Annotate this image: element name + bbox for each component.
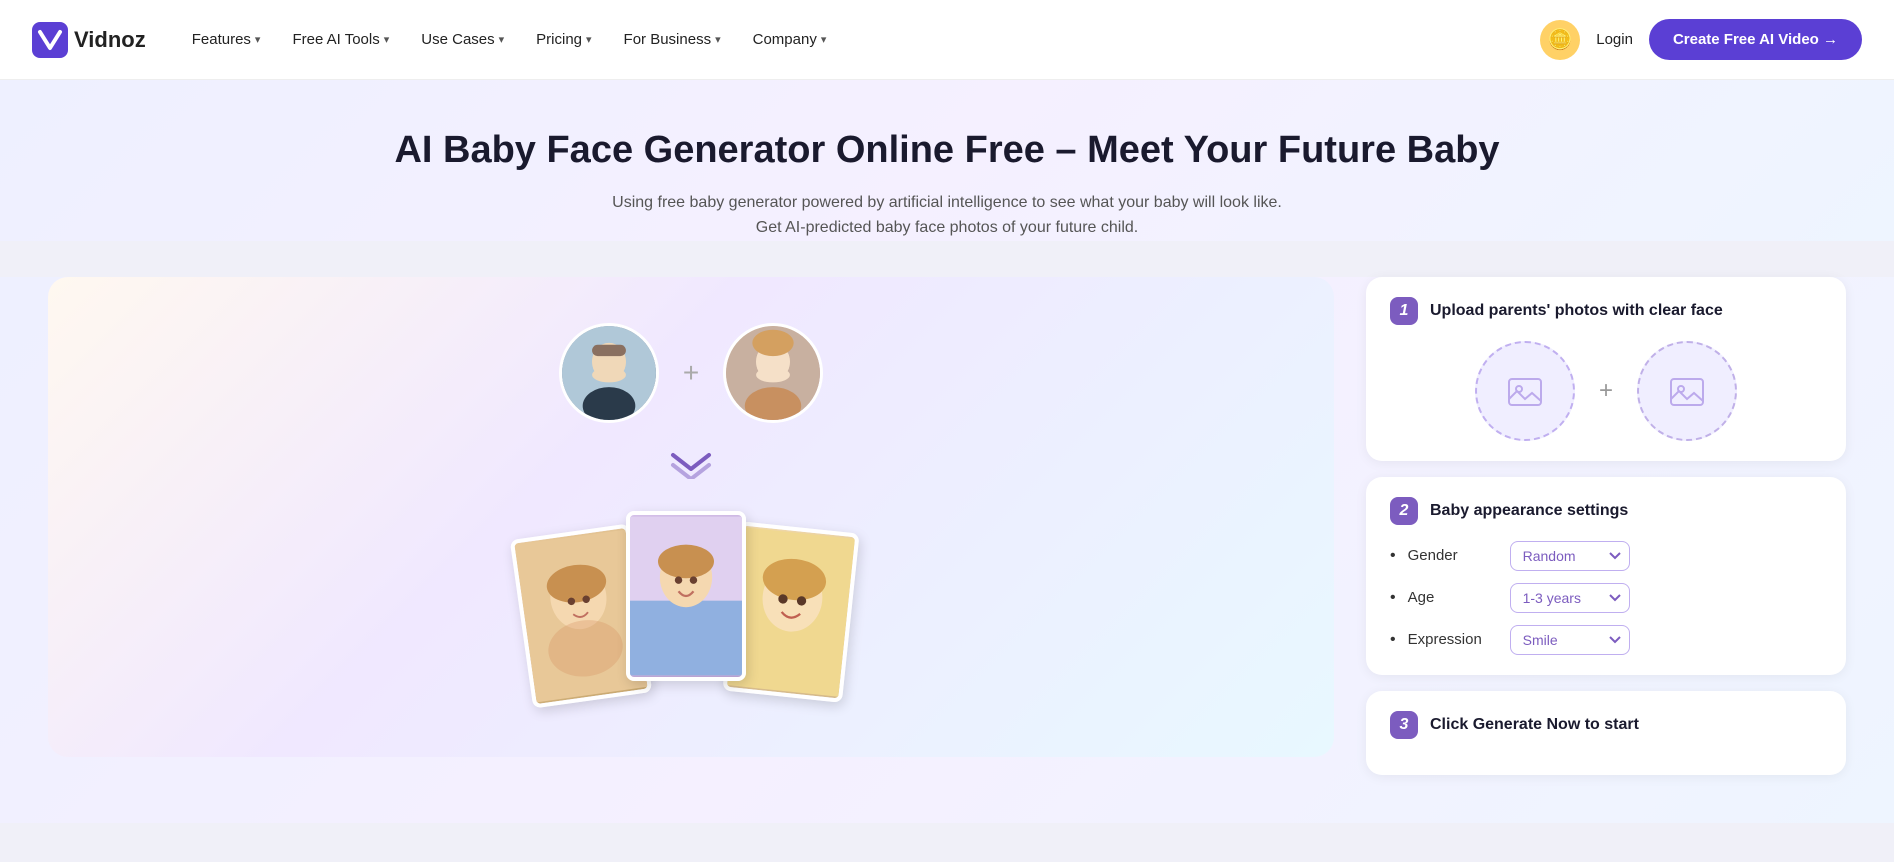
login-button[interactable]: Login xyxy=(1596,31,1633,48)
expression-label: Expression xyxy=(1408,631,1498,648)
expression-select[interactable]: Smile Neutral Happy xyxy=(1510,625,1630,655)
parents-row: + xyxy=(559,323,823,423)
image-upload-icon xyxy=(1505,371,1545,411)
upload-photo-2[interactable] xyxy=(1637,341,1737,441)
age-label: Age xyxy=(1408,589,1498,606)
bullet-icon: • xyxy=(1390,547,1396,565)
bullet-icon: • xyxy=(1390,589,1396,607)
logo-icon xyxy=(32,22,68,58)
mom-avatar xyxy=(723,323,823,423)
step-1-title: Upload parents' photos with clear face xyxy=(1430,302,1723,320)
chevron-down-icon: ▾ xyxy=(384,33,390,46)
bullet-icon: • xyxy=(1390,631,1396,649)
step-1-number: 1 xyxy=(1390,297,1418,325)
step-2-card: 2 Baby appearance settings • Gender Rand… xyxy=(1366,477,1846,675)
nav-for-business[interactable]: For Business ▾ xyxy=(610,23,735,56)
preview-content: + ❮❮ xyxy=(80,323,1302,711)
step-3-card: 3 Click Generate Now to start xyxy=(1366,691,1846,775)
dad-avatar xyxy=(559,323,659,423)
step-2-number: 2 xyxy=(1390,497,1418,525)
step-3-header: 3 Click Generate Now to start xyxy=(1390,711,1822,739)
step-1-header: 1 Upload parents' photos with clear face xyxy=(1390,297,1822,325)
chevron-down-icon: ▾ xyxy=(255,33,261,46)
nav-right: 🪙 Login Create Free AI Video → xyxy=(1540,19,1862,60)
nav-links: Features ▾ Free AI Tools ▾ Use Cases ▾ P… xyxy=(178,23,1533,56)
age-setting: • Age 1-3 years 4-6 years 7-10 years xyxy=(1390,583,1822,613)
plus-separator: + xyxy=(683,357,699,389)
gender-setting: • Gender Random Boy Girl xyxy=(1390,541,1822,571)
age-select[interactable]: 1-3 years 4-6 years 7-10 years xyxy=(1510,583,1630,613)
navbar: Vidnoz Features ▾ Free AI Tools ▾ Use Ca… xyxy=(0,0,1894,80)
step-3-number: 3 xyxy=(1390,711,1418,739)
expression-setting: • Expression Smile Neutral Happy xyxy=(1390,625,1822,655)
chevron-down-icon: ▾ xyxy=(586,33,592,46)
chevron-down-icon: ▾ xyxy=(821,33,827,46)
nav-company[interactable]: Company ▾ xyxy=(739,23,841,56)
upload-photo-1[interactable] xyxy=(1475,341,1575,441)
preview-panel: + ❮❮ xyxy=(48,277,1334,757)
step-2-header: 2 Baby appearance settings xyxy=(1390,497,1822,525)
step-2-title: Baby appearance settings xyxy=(1430,502,1628,520)
gender-select[interactable]: Random Boy Girl xyxy=(1510,541,1630,571)
baby-photos xyxy=(521,511,861,711)
nav-use-cases[interactable]: Use Cases ▾ xyxy=(407,23,518,56)
chevron-down-icon: ▾ xyxy=(499,33,505,46)
upload-row: + xyxy=(1390,341,1822,441)
brand-name: Vidnoz xyxy=(74,27,146,53)
step-3-title: Click Generate Now to start xyxy=(1430,716,1639,734)
gender-label: Gender xyxy=(1408,547,1498,564)
image-upload-icon-2 xyxy=(1667,371,1707,411)
nav-pricing[interactable]: Pricing ▾ xyxy=(522,23,605,56)
double-chevron-down xyxy=(667,451,715,479)
coin-badge[interactable]: 🪙 xyxy=(1540,20,1580,60)
hero-subtitle: Using free baby generator powered by art… xyxy=(48,190,1846,241)
content-area: + ❮❮ xyxy=(0,277,1894,823)
chevron-down-icon: ▾ xyxy=(715,33,721,46)
nav-free-ai-tools[interactable]: Free AI Tools ▾ xyxy=(278,23,403,56)
steps-panel: 1 Upload parents' photos with clear face… xyxy=(1366,277,1846,775)
step-1-card: 1 Upload parents' photos with clear face… xyxy=(1366,277,1846,461)
create-free-video-button[interactable]: Create Free AI Video → xyxy=(1649,19,1862,60)
hero-title: AI Baby Face Generator Online Free – Mee… xyxy=(48,128,1846,174)
upload-separator: + xyxy=(1599,377,1613,405)
baby-photo-2 xyxy=(626,511,746,681)
nav-features[interactable]: Features ▾ xyxy=(178,23,275,56)
hero-section: AI Baby Face Generator Online Free – Mee… xyxy=(0,80,1894,241)
logo[interactable]: Vidnoz xyxy=(32,22,146,58)
